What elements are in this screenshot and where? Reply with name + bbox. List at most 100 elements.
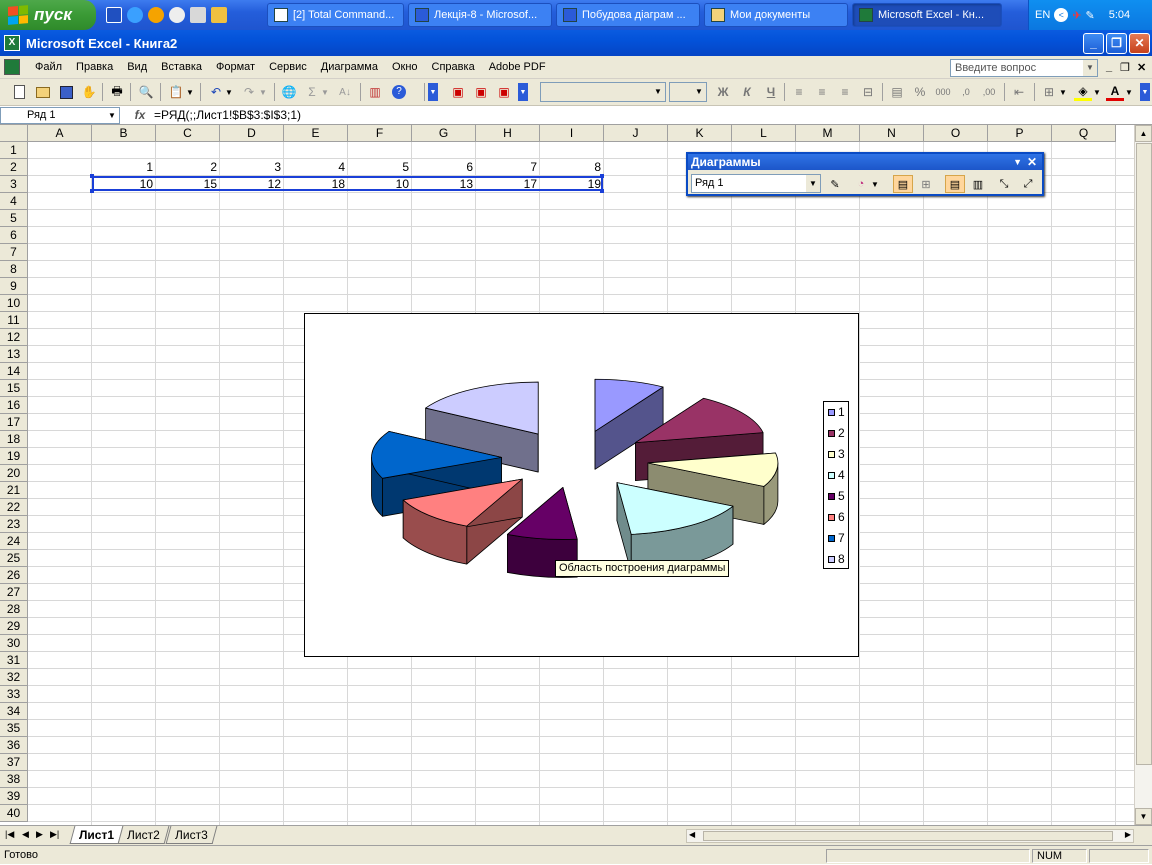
- pdf-email-icon[interactable]: ▣: [472, 83, 490, 101]
- chevron-down-icon[interactable]: ▼: [651, 83, 665, 101]
- tray-expand-icon[interactable]: <: [1054, 8, 1069, 22]
- column-header-p[interactable]: P: [988, 125, 1052, 142]
- vertical-scrollbar[interactable]: ▲ ▼: [1134, 125, 1152, 825]
- column-header-c[interactable]: C: [156, 125, 220, 142]
- menu-insert[interactable]: Вставка: [154, 61, 209, 73]
- row-header-23[interactable]: 23: [0, 516, 28, 533]
- row-header-7[interactable]: 7: [0, 244, 28, 261]
- row-header-27[interactable]: 27: [0, 584, 28, 601]
- column-header-l[interactable]: L: [732, 125, 796, 142]
- row-header-14[interactable]: 14: [0, 363, 28, 380]
- row-header-5[interactable]: 5: [0, 210, 28, 227]
- sort-ascending-icon[interactable]: A↓: [336, 83, 354, 101]
- column-header-g[interactable]: G: [412, 125, 476, 142]
- print-preview-icon[interactable]: 🔍: [137, 83, 155, 101]
- column-header-a[interactable]: A: [28, 125, 92, 142]
- chevron-down-icon[interactable]: ▼: [692, 83, 706, 101]
- chevron-down-icon[interactable]: ▼: [806, 175, 820, 192]
- legend-entry-1[interactable]: 1: [828, 405, 845, 419]
- undo-icon[interactable]: ↶: [207, 83, 225, 101]
- row-header-29[interactable]: 29: [0, 618, 28, 635]
- percent-icon[interactable]: %: [911, 83, 929, 101]
- redo-icon[interactable]: ↷: [240, 83, 258, 101]
- cell-c2[interactable]: 2: [156, 159, 220, 176]
- save-icon[interactable]: [57, 83, 75, 101]
- undo-dropdown-icon[interactable]: ▼: [224, 83, 234, 101]
- increase-decimal-icon[interactable]: ,0: [957, 83, 975, 101]
- row-header-31[interactable]: 31: [0, 652, 28, 669]
- format-series-icon[interactable]: ✎: [825, 175, 845, 193]
- toolbar-options-icon[interactable]: ▼: [428, 83, 438, 101]
- chart-legend[interactable]: 1 2 3 4 5 6 7 8: [823, 401, 849, 569]
- chevron-down-icon[interactable]: ▼: [105, 108, 119, 123]
- scroll-right-icon[interactable]: ▶: [1125, 830, 1131, 839]
- menu-edit[interactable]: Правка: [69, 61, 120, 73]
- row-header-8[interactable]: 8: [0, 261, 28, 278]
- taskbar-button-excel[interactable]: Microsoft Excel - Кн...: [852, 3, 1002, 27]
- row-header-3[interactable]: 3: [0, 176, 28, 193]
- permission-icon[interactable]: ✋: [80, 83, 98, 101]
- menu-adobe-pdf[interactable]: Adobe PDF: [482, 61, 553, 73]
- row-header-37[interactable]: 37: [0, 754, 28, 771]
- row-header-38[interactable]: 38: [0, 771, 28, 788]
- legend-entry-4[interactable]: 4: [828, 468, 845, 482]
- row-header-26[interactable]: 26: [0, 567, 28, 584]
- legend-entry-6[interactable]: 6: [828, 510, 845, 524]
- row-header-21[interactable]: 21: [0, 482, 28, 499]
- volume-icon[interactable]: ✎: [1086, 9, 1095, 22]
- column-header-k[interactable]: K: [668, 125, 732, 142]
- decrease-indent-icon[interactable]: ⇤: [1010, 83, 1028, 101]
- cell-f2[interactable]: 5: [348, 159, 412, 176]
- selection-handle[interactable]: [90, 189, 94, 193]
- ask-question-input[interactable]: Введите вопрос ▼: [950, 59, 1098, 77]
- row-header-13[interactable]: 13: [0, 346, 28, 363]
- by-column-icon[interactable]: ▥: [968, 175, 988, 193]
- angle-text-up-icon[interactable]: ⤢: [1018, 175, 1038, 193]
- menu-window[interactable]: Окно: [385, 61, 425, 73]
- chart-toolbar-title[interactable]: Диаграммы ▼ ✕: [688, 154, 1042, 170]
- pie-chart-plot[interactable]: [305, 314, 860, 658]
- fill-color-icon[interactable]: ◈: [1074, 83, 1092, 101]
- row-header-34[interactable]: 34: [0, 703, 28, 720]
- scroll-down-icon[interactable]: ▼: [1135, 808, 1152, 825]
- decrease-decimal-icon[interactable]: ,00: [980, 83, 998, 101]
- borders-icon[interactable]: ⊞: [1040, 83, 1058, 101]
- legend-entry-8[interactable]: 8: [828, 552, 845, 566]
- menu-file[interactable]: Файл: [28, 61, 69, 73]
- notepad-icon[interactable]: [190, 7, 206, 23]
- column-header-e[interactable]: E: [284, 125, 348, 142]
- language-indicator[interactable]: EN: [1035, 9, 1050, 21]
- legend-entry-2[interactable]: 2: [828, 426, 845, 440]
- select-all-corner[interactable]: [0, 125, 28, 142]
- legend-entry-5[interactable]: 5: [828, 489, 845, 503]
- row-header-35[interactable]: 35: [0, 720, 28, 737]
- first-sheet-icon[interactable]: |◀: [5, 829, 14, 840]
- chart-type-icon[interactable]: ◔: [851, 175, 871, 193]
- italic-button[interactable]: К: [738, 83, 756, 101]
- column-header-o[interactable]: O: [924, 125, 988, 142]
- media-player-icon[interactable]: [148, 7, 164, 23]
- row-header-18[interactable]: 18: [0, 431, 28, 448]
- chart-wizard-icon[interactable]: ▥: [366, 83, 384, 101]
- scroll-left-icon[interactable]: ◀: [689, 830, 695, 839]
- cell-i2[interactable]: 8: [540, 159, 604, 176]
- horizontal-scrollbar[interactable]: ◀ ▶: [686, 829, 1134, 843]
- embedded-chart[interactable]: [304, 313, 859, 657]
- taskbar-button-my-documents[interactable]: Мои документы: [704, 3, 848, 27]
- menu-tools[interactable]: Сервис: [262, 61, 314, 73]
- cell-h2[interactable]: 7: [476, 159, 540, 176]
- sheet-tab-3[interactable]: Лист3: [165, 826, 218, 844]
- column-header-b[interactable]: B: [92, 125, 156, 142]
- currency-icon[interactable]: ▤: [888, 83, 906, 101]
- taskbar-button-lecture-doc[interactable]: Лекція-8 - Microsof...: [408, 3, 552, 27]
- row-header-4[interactable]: 4: [0, 193, 28, 210]
- align-center-icon[interactable]: ≡: [813, 83, 831, 101]
- last-sheet-icon[interactable]: ▶|: [50, 829, 59, 840]
- name-box[interactable]: Ряд 1 ▼: [0, 106, 120, 124]
- font-color-icon[interactable]: A: [1106, 83, 1124, 101]
- ie-icon[interactable]: [127, 7, 143, 23]
- selection-handle[interactable]: [600, 174, 604, 178]
- row-header-33[interactable]: 33: [0, 686, 28, 703]
- autosum-dropdown-icon[interactable]: ▼: [320, 83, 330, 101]
- row-header-30[interactable]: 30: [0, 635, 28, 652]
